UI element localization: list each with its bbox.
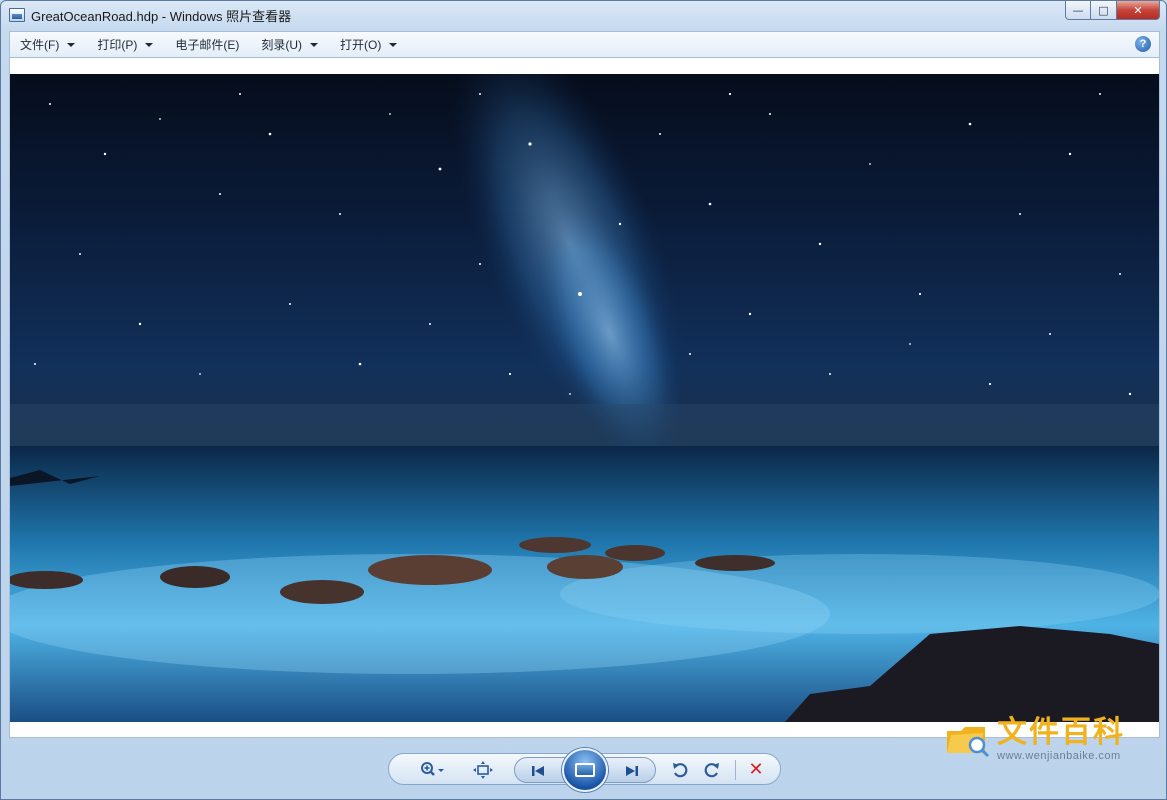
menu-email-label: 电子邮件(E) (175, 38, 240, 52)
menu-open[interactable]: 打开(O) (334, 34, 403, 55)
slideshow-button[interactable] (562, 748, 608, 792)
viewer-toolbar: ✕ (388, 748, 781, 792)
menu-bar: 文件(F) 打印(P) 电子邮件(E) 刻录(U) 打开(O) ? (9, 31, 1160, 58)
actual-size-icon (473, 761, 493, 779)
chevron-down-icon (145, 42, 154, 47)
delete-button[interactable]: ✕ (745, 758, 767, 780)
chevron-down-icon (389, 42, 398, 47)
previous-icon (532, 766, 544, 776)
chevron-down-icon (67, 42, 76, 47)
help-icon[interactable]: ? (1135, 36, 1151, 52)
actual-size-button[interactable] (471, 759, 495, 781)
maximize-icon: □ (1098, 3, 1109, 17)
photo-graphic (10, 74, 1159, 722)
chevron-down-icon (310, 42, 318, 47)
photo-viewer-app-icon[interactable] (9, 8, 25, 22)
rotate-ccw-button[interactable] (669, 759, 691, 781)
rotate-cw-icon (704, 763, 719, 778)
watermark-title: 文件百科 (997, 715, 1125, 750)
close-icon: ✕ (1133, 3, 1143, 17)
menu-print-label: 打印(P) (97, 38, 138, 52)
next-button[interactable] (621, 760, 643, 782)
window-controls: — □ ✕ (1065, 1, 1160, 20)
menu-burn[interactable]: 刻录(U) (255, 34, 324, 55)
menu-burn-label: 刻录(U) (261, 38, 302, 52)
watermark-logo-icon (945, 719, 991, 759)
maximize-button[interactable]: □ (1091, 1, 1117, 20)
menu-file-label: 文件(F) (20, 38, 60, 52)
slideshow-icon (575, 763, 595, 777)
close-button[interactable]: ✕ (1117, 1, 1160, 20)
watermark-url: www.wenjianbaike.com (997, 750, 1121, 762)
zoom-button[interactable] (417, 759, 447, 781)
minimize-icon: — (1072, 3, 1084, 17)
zoom-icon (421, 762, 444, 776)
title-bar[interactable]: GreatOceanRoad.hdp - Windows 照片查看器 — □ ✕ (1, 1, 1166, 29)
rotate-ccw-icon (673, 763, 688, 778)
delete-icon: ✕ (748, 758, 764, 780)
watermark-text: 文件百科 www.wenjianbaike.com (997, 715, 1125, 763)
menu-print[interactable]: 打印(P) (91, 34, 159, 55)
previous-button[interactable] (527, 760, 549, 782)
menu-file[interactable]: 文件(F) (14, 34, 81, 55)
watermark: 文件百科 www.wenjianbaike.com (945, 711, 1155, 767)
rotate-cw-button[interactable] (701, 759, 723, 781)
displayed-photo (10, 74, 1159, 722)
minimize-button[interactable]: — (1065, 1, 1091, 20)
menu-open-label: 打开(O) (340, 38, 382, 52)
window-title: GreatOceanRoad.hdp - Windows 照片查看器 (31, 8, 292, 24)
toolbar-divider (735, 760, 736, 780)
menu-email[interactable]: 电子邮件(E) (169, 34, 245, 55)
image-viewport (9, 58, 1160, 738)
next-icon (626, 766, 638, 776)
photo-viewer-window: GreatOceanRoad.hdp - Windows 照片查看器 — □ ✕… (0, 0, 1167, 800)
